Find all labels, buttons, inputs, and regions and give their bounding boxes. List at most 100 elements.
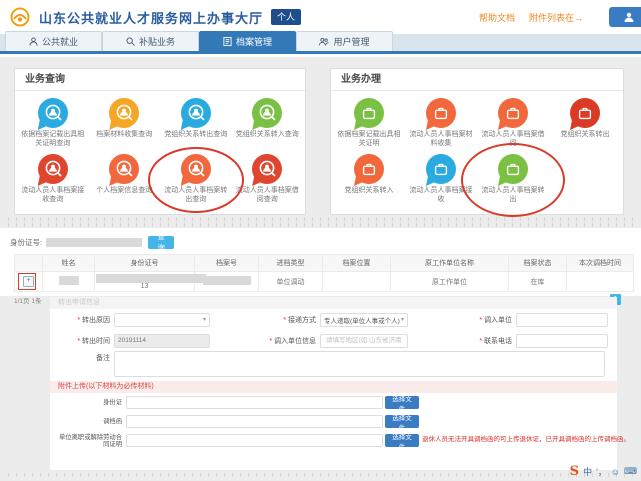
help-doc-link[interactable]: 帮助文档 xyxy=(479,11,515,24)
handle-item-material-collect[interactable]: 流动人员人事档案材料收集 xyxy=(405,96,477,152)
search-icon xyxy=(126,37,135,46)
query-item-label: 流动人员人事档案接收查询 xyxy=(19,187,87,204)
person-search-icon xyxy=(43,103,63,123)
choose-file-button[interactable]: 选择文件 xyxy=(385,396,419,409)
business-handle-title: 业务办理 xyxy=(331,69,623,91)
query-item-label: 流动人员人事档案借阅查询 xyxy=(233,187,301,204)
choose-file-button[interactable]: 选择文件 xyxy=(385,434,419,447)
query-item-file-borrow[interactable]: 流动人员人事档案借阅查询 xyxy=(232,152,304,208)
select-cell: + xyxy=(15,272,43,292)
redacted-name xyxy=(59,276,79,285)
id-tail: 13 xyxy=(141,283,149,290)
user-icon xyxy=(623,11,635,23)
search-row: 身份证号: 查询 xyxy=(10,234,641,250)
transfer-reason-select[interactable]: ▾ xyxy=(114,313,210,327)
contact-phone-wrap xyxy=(516,334,608,348)
id-number-input-redacted[interactable] xyxy=(46,238,142,247)
table-row: + 13 单位调动 原工作单位 在库 xyxy=(15,272,634,292)
resignation-proof-file-input[interactable] xyxy=(126,434,383,447)
col-id-number: 身份证号 xyxy=(95,255,195,272)
target-unit-address-input[interactable] xyxy=(324,336,404,345)
form-row-1: 转出原因 ▾ 接递方式 专人递取(单位人事或个人)▾ 调入单位 xyxy=(50,309,617,330)
briefcase-icon xyxy=(432,160,450,178)
id-card-upload-label: 身份证 xyxy=(56,399,126,406)
handle-item-label: 党组织关系转出 xyxy=(551,131,619,140)
contact-phone-input[interactable] xyxy=(520,336,604,345)
expand-row-button[interactable]: + xyxy=(23,276,34,287)
ime-toolbar: S 中 '， ☺ ⌨ xyxy=(570,464,637,479)
delivery-method-select[interactable]: 专人递取(单位人事或个人)▾ xyxy=(320,313,408,327)
result-sheet: 身份证号: 查询 姓名 身份证号 档案号 进档类型 档案位置 原工作单位名称 xyxy=(0,228,641,296)
business-query-title: 业务查询 xyxy=(15,69,305,91)
briefcase-icon xyxy=(576,104,594,122)
transfer-date-label: 转出时间 xyxy=(56,336,114,346)
query-item-party-out[interactable]: 党组织关系转出查询 xyxy=(160,96,232,152)
form-row-remarks: 备注 xyxy=(50,351,617,377)
handle-item-party-in[interactable]: 党组织关系转入 xyxy=(333,152,405,208)
tab-public-employment[interactable]: 公共就业 xyxy=(5,31,102,51)
query-item-party-in[interactable]: 党组织关系转入查询 xyxy=(232,96,304,152)
choose-file-button[interactable]: 选择文件 xyxy=(385,415,419,428)
handle-item-file-receive[interactable]: 流动人员人事档案接收 xyxy=(405,152,477,208)
query-item-file-transfer-out[interactable]: 流动人员人事档案转出查询 xyxy=(160,152,232,208)
id-card-file-input[interactable] xyxy=(126,396,383,409)
briefcase-icon xyxy=(432,104,450,122)
status-cell: 在库 xyxy=(509,272,567,292)
user-menu-button[interactable] xyxy=(609,7,641,27)
file-number-cell xyxy=(195,272,259,292)
query-item-material-collect[interactable]: 档案材料收集查询 xyxy=(89,96,161,152)
sogou-logo-icon[interactable]: S xyxy=(570,464,579,479)
document-icon xyxy=(223,37,232,46)
ime-emoji-icon[interactable]: ☺ xyxy=(611,467,620,477)
company-cell: 原工作单位 xyxy=(391,272,509,292)
remarks-textarea[interactable] xyxy=(114,351,605,377)
tab-archive-management[interactable]: 档案管理 xyxy=(199,31,296,51)
tab-subsidy-business[interactable]: 补贴业务 xyxy=(102,31,199,51)
header: 山东公共就业人才服务网上办事大厅 个人 帮助文档 附件列表在→ xyxy=(0,0,641,34)
application-sheet: 转出申请信息 转出原因 ▾ 接递方式 专人递取(单位人事或个人)▾ 调入单位 转… xyxy=(50,297,617,470)
chevron-down-icon: ▾ xyxy=(203,316,206,323)
query-item-personal-file[interactable]: 个人档案信息查询 xyxy=(89,152,161,208)
account-type-badge: 个人 xyxy=(271,9,301,25)
query-item-certificate[interactable]: 依据档案记载出具相关证明查询 xyxy=(17,96,89,152)
query-item-label: 党组织关系转出查询 xyxy=(162,131,230,140)
target-unit-input[interactable] xyxy=(520,315,604,324)
tab-user-management[interactable]: 用户管理 xyxy=(296,31,393,51)
col-file-location: 档案位置 xyxy=(323,255,391,272)
ime-keyboard-icon[interactable]: ⌨ xyxy=(624,466,637,477)
business-query-panel: 业务查询 依据档案记载出具相关证明查询 档案材料收集查询 党组织关系转出查询 党… xyxy=(14,68,306,215)
transfer-letter-file-input[interactable] xyxy=(126,415,383,428)
site-logo-icon xyxy=(9,6,31,28)
attachment-list-link[interactable]: 附件列表在→ xyxy=(529,11,583,24)
handle-icon-grid: 依据档案记载出具相关证明 流动人员人事档案材料收集 流动人员人事档案借阅 党组织… xyxy=(331,91,623,208)
upload-note: 退休人员无法开具调档函的可上传退休证，已开具调档函的上传调档函。 xyxy=(422,433,630,443)
query-item-file-receive[interactable]: 流动人员人事档案接收查询 xyxy=(17,152,89,208)
query-item-label: 依据档案记载出具相关证明查询 xyxy=(19,131,87,148)
target-unit-label: 调入单位 xyxy=(408,315,516,325)
upload-row-transfer-letter: 调档函 选择文件 xyxy=(50,412,617,431)
col-in-type: 进档类型 xyxy=(259,255,323,272)
tab-label: 补贴业务 xyxy=(139,35,175,48)
remarks-label: 备注 xyxy=(56,353,114,363)
col-file-number: 档案号 xyxy=(195,255,259,272)
handle-item-file-borrow[interactable]: 流动人员人事档案借阅 xyxy=(477,96,549,152)
table-header-row: 姓名 身份证号 档案号 进档类型 档案位置 原工作单位名称 档案状态 本次调档时… xyxy=(15,255,634,272)
target-unit-info-wrap xyxy=(320,334,408,348)
upload-section-title: 附件上传(以下材料为必传材料) xyxy=(50,381,617,393)
handle-item-label: 党组织关系转入 xyxy=(335,187,403,196)
transfer-date-field[interactable]: 20191114 xyxy=(114,334,210,348)
briefcase-icon xyxy=(360,160,378,178)
handle-item-certificate[interactable]: 依据档案记载出具相关证明 xyxy=(333,96,405,152)
business-handle-panel: 业务办理 依据档案记载出具相关证明 流动人员人事档案材料收集 流动人员人事档案借… xyxy=(330,68,624,215)
query-button[interactable]: 查询 xyxy=(148,236,174,249)
ime-punctuation-icon[interactable]: '， xyxy=(596,465,607,478)
person-search-icon xyxy=(186,159,206,179)
handle-item-file-transfer-out[interactable]: 流动人员人事档案转出 xyxy=(477,152,549,208)
result-table: 姓名 身份证号 档案号 进档类型 档案位置 原工作单位名称 档案状态 本次调档时… xyxy=(14,254,634,292)
divider-ticks xyxy=(8,217,633,221)
briefcase-icon xyxy=(360,104,378,122)
ime-lang-toggle[interactable]: 中 xyxy=(583,465,592,478)
handle-item-party-out[interactable]: 党组织关系转出 xyxy=(549,96,621,152)
delivery-method-label: 接递方式 xyxy=(210,315,320,325)
tab-label: 公共就业 xyxy=(42,35,78,48)
